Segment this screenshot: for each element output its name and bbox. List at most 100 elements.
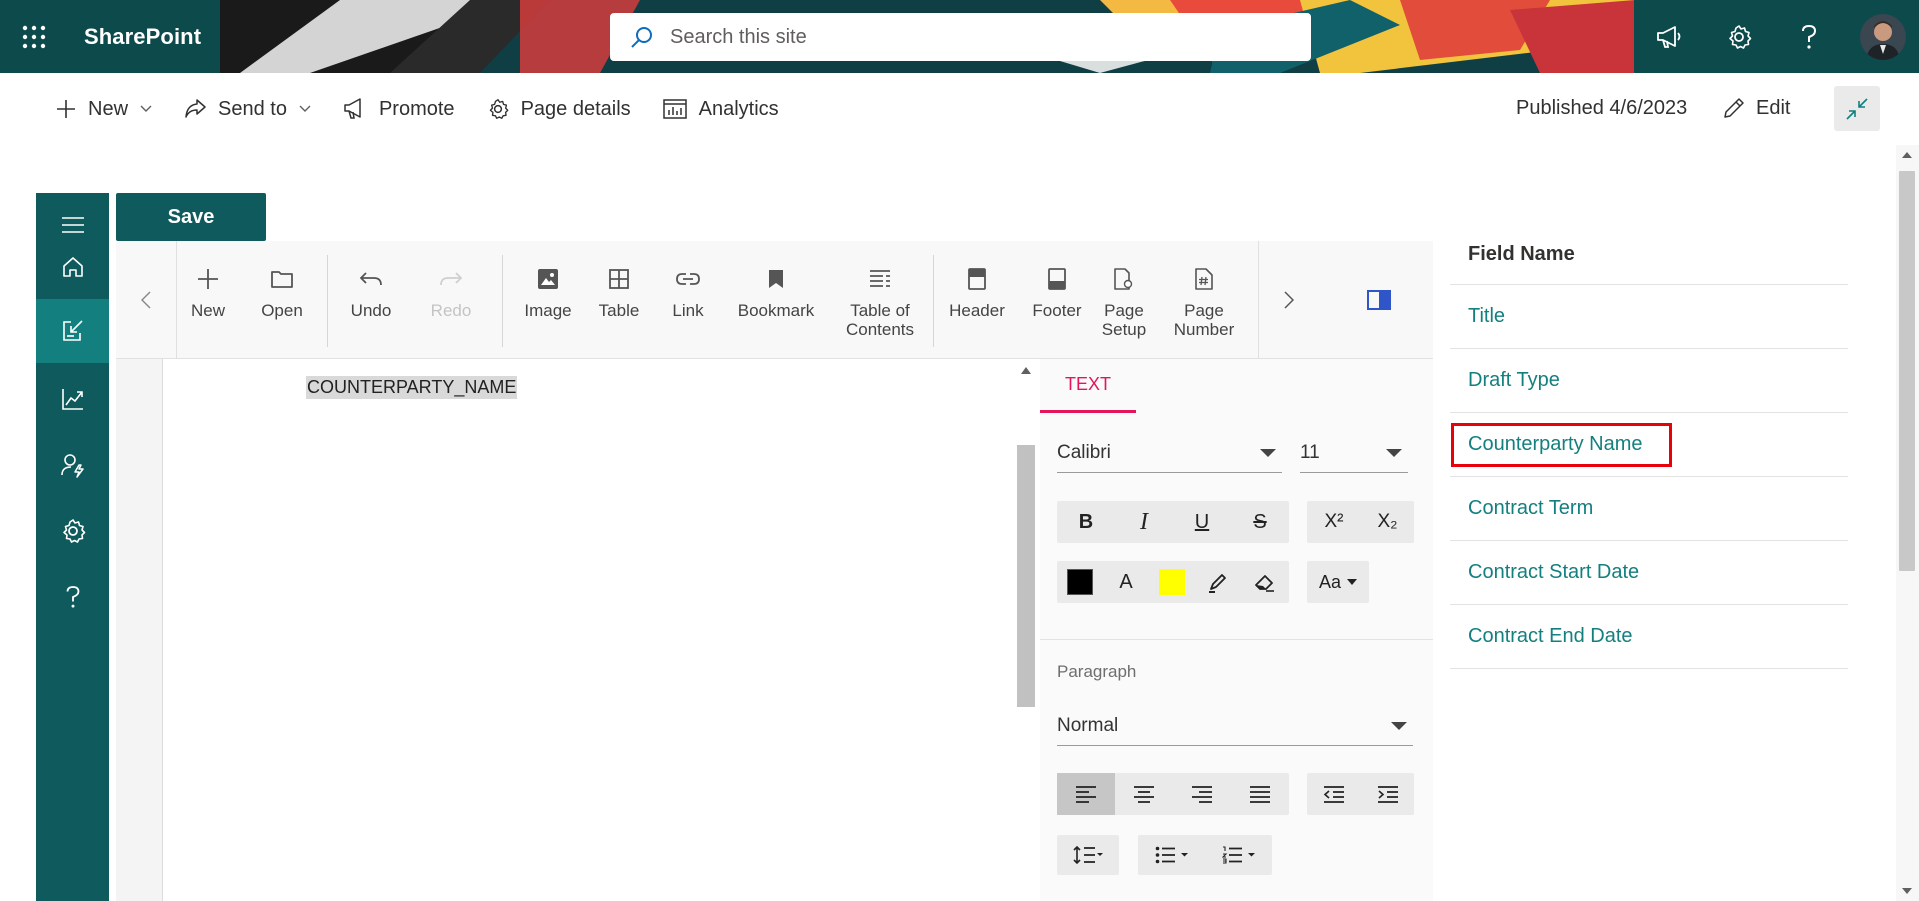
page-number-button[interactable]: Page Number xyxy=(1164,261,1244,339)
scroll-down-icon[interactable] xyxy=(1902,887,1912,895)
folder-icon xyxy=(271,271,293,288)
page-setup-label-line1: Page xyxy=(1104,301,1144,320)
settings-button[interactable] xyxy=(1704,0,1774,73)
insert-image-button[interactable]: Image xyxy=(513,261,583,320)
field-item-contract-start-date[interactable]: Contract Start Date xyxy=(1450,541,1848,605)
font-family-select[interactable]: Calibri xyxy=(1057,433,1282,473)
scroll-up-icon[interactable] xyxy=(1021,367,1031,374)
search-box[interactable]: Search this site xyxy=(610,13,1311,61)
send-to-label: Send to xyxy=(218,97,287,120)
toolbar-scroll-right[interactable] xyxy=(1259,241,1319,359)
paragraph-style-select[interactable]: Normal xyxy=(1057,706,1413,746)
redo-button[interactable]: Redo xyxy=(419,261,483,320)
bookmark-button[interactable]: Bookmark xyxy=(731,261,821,320)
page-details-label: Page details xyxy=(520,97,631,120)
scroll-up-icon[interactable] xyxy=(1902,151,1912,159)
strikethrough-button[interactable]: S xyxy=(1231,501,1289,543)
page-number-icon xyxy=(1195,268,1213,290)
field-item-contract-end-date[interactable]: Contract End Date xyxy=(1450,605,1848,669)
page-setup-button[interactable]: Page Setup xyxy=(1092,261,1156,339)
highlight-color-swatch[interactable] xyxy=(1149,561,1195,603)
italic-button[interactable]: I xyxy=(1115,501,1173,543)
edit-label: Edit xyxy=(1756,96,1791,119)
avatar[interactable] xyxy=(1860,14,1906,60)
page-scrollbar[interactable] xyxy=(1896,145,1919,901)
increase-indent-button[interactable] xyxy=(1361,773,1414,815)
promote-button[interactable]: Promote xyxy=(331,87,467,131)
field-item-draft-type[interactable]: Draft Type xyxy=(1450,349,1848,413)
font-color-button[interactable]: A xyxy=(1103,561,1149,603)
font-size-select[interactable]: 11 xyxy=(1300,433,1408,473)
import-icon xyxy=(62,320,83,341)
search-input[interactable]: Search this site xyxy=(670,26,807,49)
rail-analytics[interactable] xyxy=(36,367,109,431)
highlighter-icon xyxy=(1209,574,1226,593)
merge-field-placeholder[interactable]: COUNTERPARTY_NAME xyxy=(306,376,518,399)
page-details-button[interactable]: Page details xyxy=(475,87,643,131)
toggle-properties-pane-button[interactable] xyxy=(1349,241,1409,359)
rail-help[interactable] xyxy=(36,565,109,629)
field-item-label: Contract End Date xyxy=(1468,625,1633,647)
insert-table-label: Table xyxy=(598,301,640,320)
help-button[interactable] xyxy=(1774,0,1844,73)
line-spacing-icon xyxy=(1073,845,1103,865)
font-color-swatch[interactable] xyxy=(1057,561,1103,603)
collapse-button[interactable] xyxy=(1834,86,1880,131)
toolbar-new-button[interactable]: New xyxy=(176,261,240,320)
new-button[interactable]: New xyxy=(44,87,164,131)
eraser-icon xyxy=(1255,575,1274,592)
toolbar-divider xyxy=(327,255,328,347)
page-scrollbar-thumb[interactable] xyxy=(1899,171,1915,571)
clear-formatting-button[interactable] xyxy=(1241,561,1289,603)
notifications-button[interactable] xyxy=(1634,0,1704,73)
font-family-value: Calibri xyxy=(1057,441,1111,463)
insert-link-button[interactable]: Link xyxy=(656,261,720,320)
undo-button[interactable]: Undo xyxy=(339,261,403,320)
save-button[interactable]: Save xyxy=(116,193,266,241)
tab-text[interactable]: TEXT xyxy=(1040,359,1136,413)
highlight-button[interactable] xyxy=(1195,561,1241,603)
analytics-button[interactable]: Analytics xyxy=(651,87,791,131)
rail-user-settings[interactable] xyxy=(36,433,109,497)
align-right-button[interactable] xyxy=(1173,773,1231,815)
chevron-down-icon xyxy=(1391,722,1407,730)
document-scrollbar-thumb[interactable] xyxy=(1017,445,1035,707)
rail-import[interactable] xyxy=(36,299,109,363)
align-left-button[interactable] xyxy=(1057,773,1115,815)
link-icon xyxy=(676,273,700,285)
editor-toolbar: New Open Undo Redo Image Table Link Book… xyxy=(116,241,1433,359)
field-item-contract-term[interactable]: Contract Term xyxy=(1450,477,1848,541)
bullet-list-button[interactable] xyxy=(1138,835,1205,875)
superscript-button[interactable]: X² xyxy=(1307,501,1361,543)
footer-button[interactable]: Footer xyxy=(1021,261,1093,320)
edit-button[interactable]: Edit xyxy=(1722,86,1790,130)
gear-icon xyxy=(489,99,508,119)
toolbar-scroll-left[interactable] xyxy=(116,241,176,359)
send-to-button[interactable]: Send to xyxy=(172,87,323,131)
rail-home[interactable] xyxy=(36,235,109,299)
share-icon xyxy=(185,99,206,118)
app-launcher-button[interactable] xyxy=(14,18,54,56)
toolbar-open-button[interactable]: Open xyxy=(250,261,314,320)
align-center-button[interactable] xyxy=(1115,773,1173,815)
header-button[interactable]: Header xyxy=(941,261,1013,320)
document-page[interactable] xyxy=(162,359,1015,901)
field-item-title[interactable]: Title xyxy=(1450,285,1848,349)
decrease-indent-button[interactable] xyxy=(1307,773,1361,815)
justify-button[interactable] xyxy=(1231,773,1289,815)
bold-button[interactable]: B xyxy=(1057,501,1115,543)
change-case-button[interactable]: Aa xyxy=(1307,561,1369,603)
document-scrollbar[interactable] xyxy=(1015,359,1037,901)
analytics-icon xyxy=(662,99,687,119)
numbered-list-button[interactable] xyxy=(1205,835,1272,875)
subscript-button[interactable]: X₂ xyxy=(1361,501,1414,543)
footer-label: Footer xyxy=(1032,301,1082,320)
underline-button[interactable]: U xyxy=(1173,501,1231,543)
indent-group xyxy=(1307,773,1414,815)
table-of-contents-button[interactable]: Table of Contents xyxy=(838,261,922,339)
insert-table-button[interactable]: Table xyxy=(587,261,651,320)
line-spacing-button[interactable] xyxy=(1057,835,1119,875)
brand-name[interactable]: SharePoint xyxy=(84,24,201,50)
rail-settings[interactable] xyxy=(36,499,109,563)
field-item-counterparty-name[interactable]: Counterparty Name xyxy=(1450,413,1848,477)
